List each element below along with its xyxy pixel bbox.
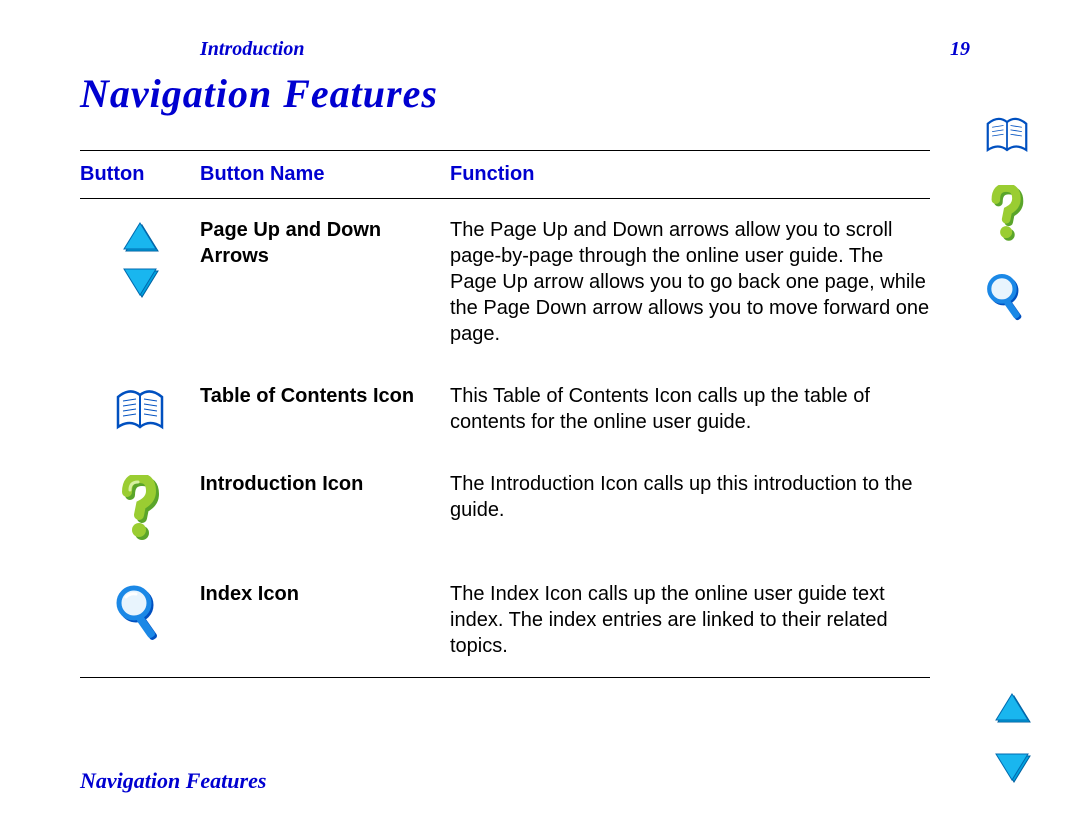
cell-function: This Table of Contents Icon calls up the… — [450, 383, 930, 435]
column-header-button: Button — [80, 163, 200, 186]
sidebar-top — [982, 115, 1032, 325]
book-icon[interactable] — [112, 387, 168, 435]
page-title: Navigation Features — [80, 70, 438, 117]
sidebar-question-mark-icon[interactable] — [988, 185, 1026, 245]
cell-function: The Page Up and Down arrows allow you to… — [450, 217, 930, 347]
cell-icon — [80, 217, 200, 299]
page-up-arrow-icon[interactable] — [120, 221, 160, 255]
sidebar-book-icon[interactable] — [982, 115, 1032, 157]
cell-name: Table of Contents Icon — [200, 383, 450, 409]
navigation-features-table: Button Button Name Function — [80, 150, 930, 678]
column-header-name: Button Name — [200, 163, 450, 186]
section-title: Introduction — [200, 38, 304, 61]
table-header-row: Button Button Name Function — [80, 150, 930, 199]
page-footer: Navigation Features — [80, 768, 266, 794]
cell-icon — [80, 471, 200, 545]
page-number: 19 — [950, 38, 970, 61]
cell-name: Introduction Icon — [200, 471, 450, 497]
table-row: Table of Contents Icon This Table of Con… — [80, 365, 930, 453]
table-row: Index Icon The Index Icon calls up the o… — [80, 563, 930, 677]
column-header-function: Function — [450, 163, 930, 186]
cell-name: Page Up and Down Arrows — [200, 217, 450, 269]
table-row: Page Up and Down Arrows The Page Up and … — [80, 199, 930, 365]
sidebar-magnifying-glass-icon[interactable] — [985, 273, 1029, 325]
cell-function: The Index Icon calls up the online user … — [450, 581, 930, 659]
page-header: Introduction 19 — [200, 38, 970, 61]
page-down-arrow-icon[interactable] — [120, 265, 160, 299]
document-page: Introduction 19 Navigation Features Butt… — [0, 0, 1080, 834]
sidebar-page-down-icon[interactable] — [992, 750, 1032, 784]
cell-name: Index Icon — [200, 581, 450, 607]
magnifying-glass-icon[interactable] — [114, 585, 166, 645]
table-body: Page Up and Down Arrows The Page Up and … — [80, 199, 930, 678]
table-row: Introduction Icon The Introduction Icon … — [80, 453, 930, 563]
cell-icon — [80, 581, 200, 645]
cell-icon — [80, 383, 200, 435]
question-mark-icon[interactable] — [118, 475, 162, 545]
sidebar-page-up-icon[interactable] — [992, 692, 1032, 726]
sidebar-bottom — [992, 692, 1032, 784]
cell-function: The Introduction Icon calls up this intr… — [450, 471, 930, 523]
